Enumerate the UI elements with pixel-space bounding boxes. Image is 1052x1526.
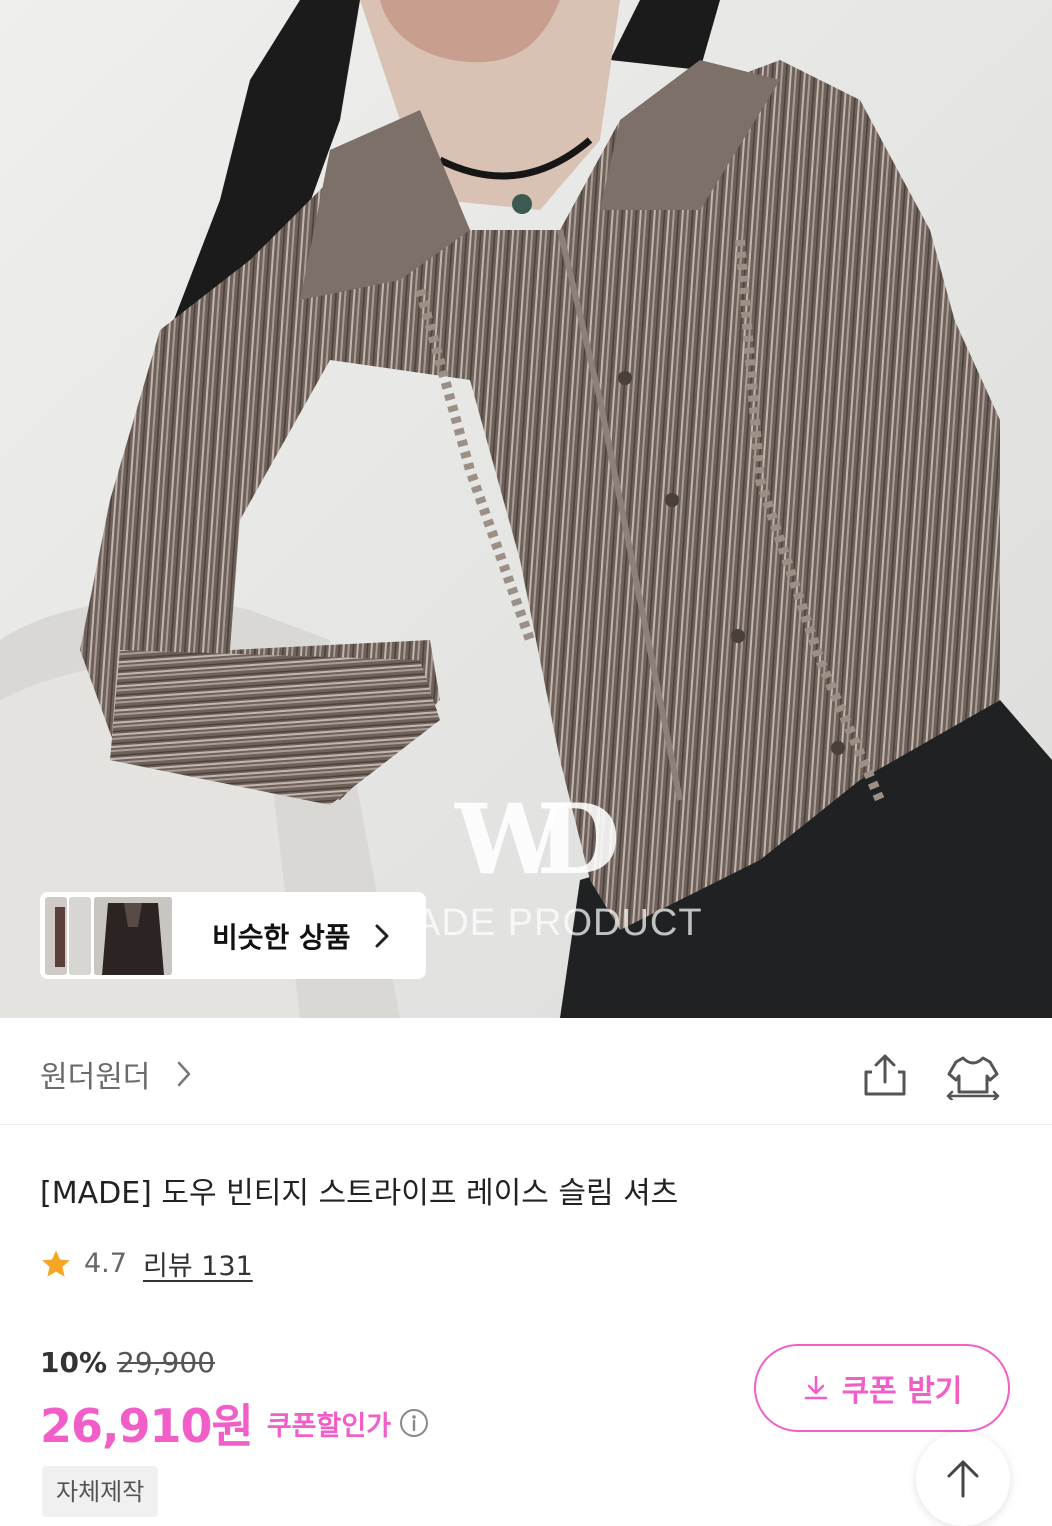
- rating-row: 4.7 리뷰 131: [40, 1244, 253, 1283]
- star-icon: [42, 1249, 70, 1277]
- download-icon: [804, 1375, 827, 1400]
- rating-value: 4.7: [84, 1248, 127, 1279]
- discount-row: 10% 29,900: [40, 1346, 215, 1379]
- share-icon[interactable]: [862, 1052, 908, 1098]
- similar-product-thumbnail: [69, 896, 91, 975]
- watermark-logo: WD: [455, 783, 620, 896]
- price-row: 26,910원 쿠폰할인가: [40, 1390, 429, 1456]
- review-link[interactable]: 리뷰 131: [143, 1244, 253, 1283]
- original-price: 29,900: [117, 1346, 216, 1379]
- discount-percent: 10%: [40, 1346, 108, 1379]
- get-coupon-label: 쿠폰 받기: [841, 1374, 963, 1409]
- watermark-text: ADE PRODUCT: [415, 902, 703, 944]
- similar-products-label: 비슷한 상품: [212, 920, 351, 954]
- coupon-price-label: 쿠폰할인가: [266, 1410, 392, 1442]
- made-in-house-badge: 자체제작: [42, 1466, 159, 1517]
- chevron-right-icon[interactable]: [176, 1060, 192, 1088]
- shirt-icon[interactable]: [946, 1050, 1000, 1100]
- arrow-up-icon: [947, 1460, 979, 1498]
- similar-product-thumbnail: [45, 896, 67, 975]
- product-image[interactable]: WD ADE PRODUCT 비슷한 상품: [0, 0, 1052, 1018]
- scroll-to-top-button[interactable]: [916, 1432, 1010, 1526]
- product-title: [MADE] 도우 빈티지 스트라이프 레이스 슬림 셔츠: [40, 1176, 679, 1211]
- brand-link[interactable]: 원더원더: [40, 1052, 150, 1096]
- similar-product-thumbnail: [94, 896, 172, 975]
- sale-price: 26,910원: [40, 1399, 254, 1453]
- similar-products-button[interactable]: 비슷한 상품: [40, 892, 426, 979]
- chevron-right-icon: [375, 924, 389, 947]
- similar-products-thumbnails: [45, 896, 180, 975]
- get-coupon-button[interactable]: 쿠폰 받기: [754, 1344, 1010, 1432]
- info-icon[interactable]: [399, 1408, 429, 1438]
- brand-bar: 원더원더: [0, 1018, 1052, 1125]
